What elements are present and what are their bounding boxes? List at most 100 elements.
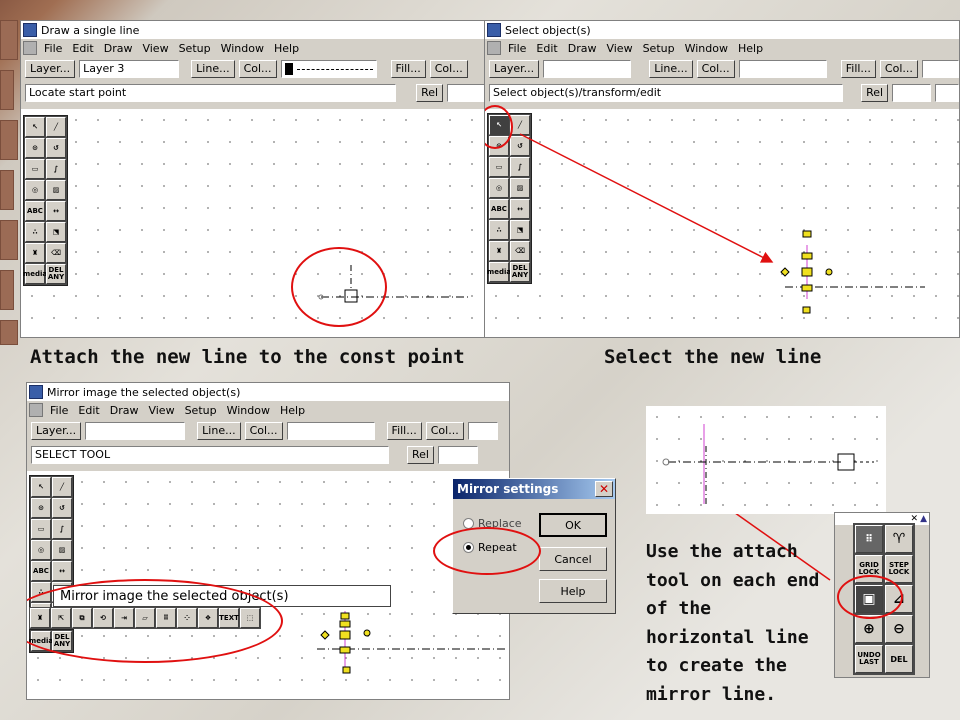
zoom-out-icon[interactable]: ⊖: [885, 615, 913, 643]
curve-tool-icon[interactable]: ∫: [510, 157, 530, 177]
symbol-tool-icon[interactable]: ♜: [25, 243, 45, 263]
colour-button[interactable]: Col...: [244, 422, 283, 440]
menu-edit[interactable]: Edit: [67, 42, 98, 55]
menu-setup[interactable]: Setup: [638, 42, 680, 55]
fill-style-field[interactable]: [467, 422, 498, 440]
hatch-tool-icon[interactable]: ▨: [52, 540, 72, 560]
undo-last-button[interactable]: UNDO LAST: [855, 645, 883, 673]
transform-tool-icon[interactable]: ⬔: [510, 220, 530, 240]
transform-tool-icon[interactable]: ⬔: [46, 222, 66, 242]
help-button[interactable]: Help: [539, 579, 607, 603]
fill-button[interactable]: Fill...: [840, 60, 876, 78]
layer-field[interactable]: [543, 60, 632, 78]
line-button[interactable]: Line...: [197, 422, 241, 440]
menu-window[interactable]: Window: [222, 404, 275, 417]
menu-view[interactable]: View: [601, 42, 637, 55]
coordinate-field[interactable]: [892, 84, 932, 102]
symbol-tool-icon[interactable]: ♜: [489, 241, 509, 261]
grid-dots-icon[interactable]: ⠿: [855, 525, 883, 553]
hatch-tool-icon[interactable]: ▨: [46, 180, 66, 200]
delete-any-button[interactable]: DEL ANY: [46, 264, 66, 284]
rel-button[interactable]: Rel: [407, 446, 434, 464]
line-tool-icon[interactable]: ╱: [510, 115, 530, 135]
layer-field[interactable]: [85, 422, 186, 440]
menu-setup[interactable]: Setup: [180, 404, 222, 417]
text-tool-icon[interactable]: ABC: [489, 199, 509, 219]
fill-style-field[interactable]: [921, 60, 959, 78]
cancel-button[interactable]: Cancel: [539, 547, 607, 571]
delete-any-button[interactable]: DEL ANY: [510, 262, 530, 282]
text-tool-icon[interactable]: ABC: [31, 561, 51, 581]
curve-tool-icon[interactable]: ∫: [46, 159, 66, 179]
layer-field[interactable]: Layer 3: [79, 60, 180, 78]
points-tool-icon[interactable]: ∴: [489, 220, 509, 240]
layer-button[interactable]: Layer...: [489, 60, 540, 78]
dimension-tool-icon[interactable]: ↔: [510, 199, 530, 219]
delete-button[interactable]: DEL: [885, 645, 913, 673]
layer-button[interactable]: Layer...: [31, 422, 82, 440]
zoom-in-icon[interactable]: ⊕: [855, 615, 883, 643]
menu-setup[interactable]: Setup: [174, 42, 216, 55]
line-style-field[interactable]: [280, 60, 377, 78]
dimension-tool-icon[interactable]: ↔: [52, 561, 72, 581]
rel-button[interactable]: Rel: [861, 84, 889, 102]
menu-help[interactable]: Help: [269, 42, 304, 55]
dimension-tool-icon[interactable]: ↔: [46, 201, 66, 221]
line-tool-icon[interactable]: ╱: [46, 117, 66, 137]
menu-help[interactable]: Help: [275, 404, 310, 417]
points-tool-icon[interactable]: ∴: [25, 222, 45, 242]
coordinate-field-2[interactable]: [935, 84, 959, 102]
erase-tool-icon[interactable]: ⌫: [510, 241, 530, 261]
system-menu-icon[interactable]: [23, 41, 37, 55]
menu-view[interactable]: View: [137, 42, 173, 55]
menu-edit[interactable]: Edit: [531, 42, 562, 55]
colour-button[interactable]: Col...: [696, 60, 735, 78]
text-tool-icon[interactable]: ABC: [25, 201, 45, 221]
colour-button[interactable]: Col...: [238, 60, 277, 78]
curve-tool-icon[interactable]: ∫: [52, 519, 72, 539]
coordinate-field[interactable]: [437, 446, 478, 464]
menu-edit[interactable]: Edit: [73, 404, 104, 417]
arc-tool-icon[interactable]: ↺: [510, 136, 530, 156]
fan-icon[interactable]: ♈: [885, 525, 913, 553]
scroll-up-icon[interactable]: ▲: [920, 514, 927, 524]
menu-help[interactable]: Help: [733, 42, 768, 55]
layer-button[interactable]: Layer...: [25, 60, 76, 78]
fill-button[interactable]: Fill...: [386, 422, 422, 440]
rectangle-tool-icon[interactable]: ▭: [489, 157, 509, 177]
menu-file[interactable]: File: [45, 404, 73, 417]
line-button[interactable]: Line...: [191, 60, 235, 78]
fill-colour-button[interactable]: Col...: [425, 422, 464, 440]
offset-tool-icon[interactable]: ◎: [489, 178, 509, 198]
circle-tool-icon[interactable]: ⊙: [31, 498, 51, 518]
menu-view[interactable]: View: [143, 404, 179, 417]
fill-colour-button[interactable]: Col...: [879, 60, 918, 78]
system-menu-icon[interactable]: [487, 41, 501, 55]
arc-tool-icon[interactable]: ↺: [52, 498, 72, 518]
line-button[interactable]: Line...: [649, 60, 693, 78]
select-arrow-icon[interactable]: ↖: [31, 477, 51, 497]
hatch-tool-icon[interactable]: ▨: [510, 178, 530, 198]
circle-tool-icon[interactable]: ⊙: [25, 138, 45, 158]
fill-colour-button[interactable]: Col...: [429, 60, 468, 78]
rectangle-tool-icon[interactable]: ▭: [31, 519, 51, 539]
menu-draw[interactable]: Draw: [563, 42, 602, 55]
offset-tool-icon[interactable]: ◎: [25, 180, 45, 200]
rectangle-tool-icon[interactable]: ▭: [25, 159, 45, 179]
line-tool-icon[interactable]: ╱: [52, 477, 72, 497]
erase-tool-icon[interactable]: ⌫: [46, 243, 66, 263]
close-icon[interactable]: ✕: [595, 481, 613, 497]
offset-tool-icon[interactable]: ◎: [31, 540, 51, 560]
fill-button[interactable]: Fill...: [390, 60, 426, 78]
line-style-field[interactable]: [738, 60, 827, 78]
rel-button[interactable]: Rel: [416, 84, 444, 102]
select-arrow-icon[interactable]: ↖: [25, 117, 45, 137]
arc-tool-icon[interactable]: ↺: [46, 138, 66, 158]
coordinate-field[interactable]: [447, 84, 487, 102]
media-tool-icon[interactable]: media: [487, 262, 511, 282]
ok-button[interactable]: OK: [539, 513, 607, 537]
drawing-canvas[interactable]: [485, 109, 959, 337]
menu-draw[interactable]: Draw: [99, 42, 138, 55]
menu-draw[interactable]: Draw: [105, 404, 144, 417]
line-style-field[interactable]: [286, 422, 375, 440]
